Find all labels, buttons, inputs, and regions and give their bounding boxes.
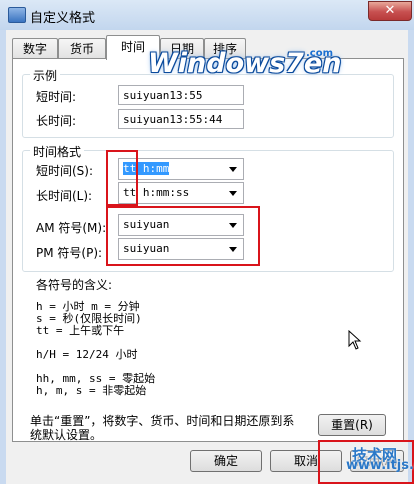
- highlight-box-ampm: [106, 206, 260, 266]
- close-button[interactable]: ✕: [368, 1, 412, 21]
- window-frame-right: [408, 30, 414, 484]
- example-group-label: 示例: [30, 67, 61, 84]
- example-long-field[interactable]: suiyuan13:55:44: [118, 109, 244, 129]
- reset-note-line: 统默认设置。: [30, 428, 103, 442]
- watermark-logo-suffix: .com: [306, 48, 334, 59]
- legend-line: tt = 上午或下午: [36, 324, 125, 337]
- dropdown-arrow-icon[interactable]: [229, 191, 237, 196]
- legend-title: 各符号的含义:: [36, 278, 113, 292]
- tab-number[interactable]: 数字: [12, 38, 58, 59]
- am-symbol-label: AM 符号(M):: [36, 221, 107, 235]
- window-title: 自定义格式: [30, 11, 96, 26]
- tab-currency[interactable]: 货币: [58, 38, 106, 59]
- time-format-group-label: 时间格式: [30, 143, 85, 160]
- dropdown-arrow-icon[interactable]: [229, 167, 237, 172]
- ok-button[interactable]: 确定: [190, 450, 262, 472]
- legend-line: h/H = 12/24 小时: [36, 348, 138, 361]
- mouse-cursor-icon: [348, 330, 362, 350]
- short-time-label: 短时间(S):: [36, 164, 94, 178]
- watermark-url: www.itjs.cn: [346, 458, 414, 473]
- long-time-label: 长时间(L):: [36, 189, 93, 203]
- example-long-label: 长时间:: [36, 114, 77, 128]
- example-short-field[interactable]: suiyuan13:55: [118, 85, 244, 105]
- window-icon: [8, 7, 26, 23]
- reset-button[interactable]: 重置(R): [318, 414, 386, 436]
- legend-line: h, m, s = 非零起始: [36, 384, 147, 397]
- example-short-label: 短时间:: [36, 90, 77, 104]
- highlight-box-short: [106, 150, 138, 206]
- pm-symbol-label: PM 符号(P):: [36, 246, 103, 260]
